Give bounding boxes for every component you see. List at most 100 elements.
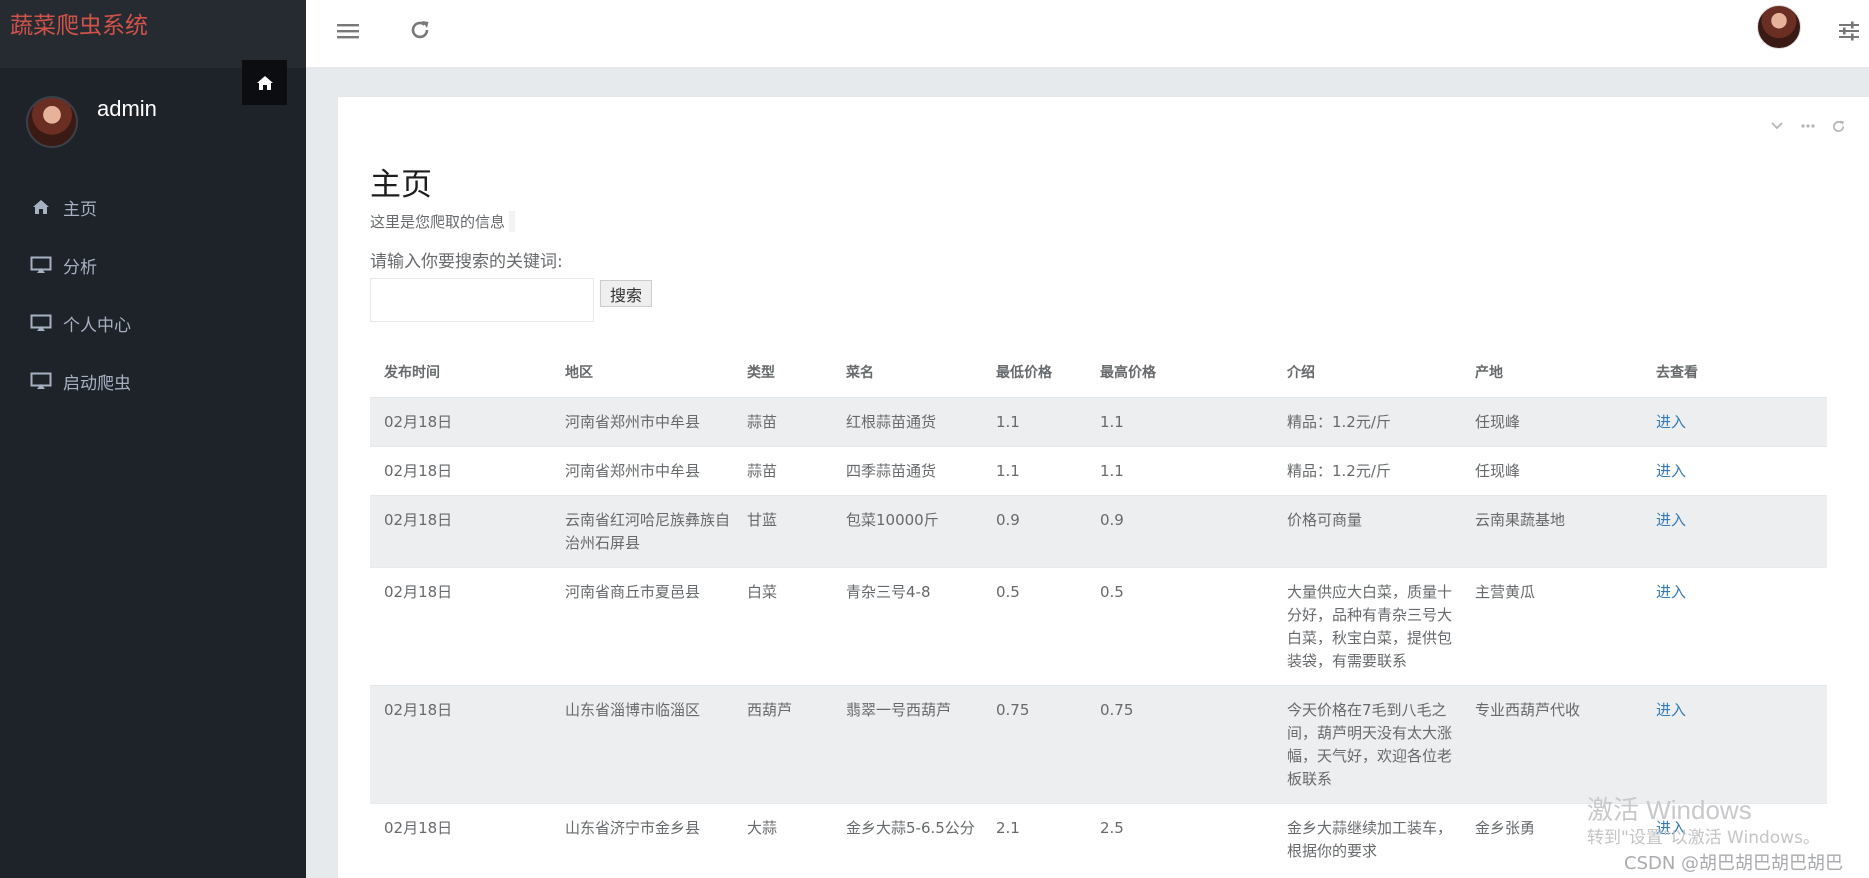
app-brand: 蔬菜爬虫系统 [10, 13, 148, 39]
user-profile[interactable]: admin [26, 96, 286, 150]
sidebar-item-home[interactable]: 主页 [0, 178, 306, 236]
cell-max-price: 0.5 [1086, 566, 1273, 685]
settings-sliders-icon[interactable] [1838, 20, 1860, 42]
view-link[interactable]: 进入 [1656, 462, 1686, 480]
table-row: 02月18日 河南省郑州市中牟县 蒜苗 四季蒜苗通货 1.1 1.1 精品：1.… [370, 445, 1827, 495]
page-description: 这里是您爬取的信息 [370, 211, 516, 232]
column-header: 最低价格 [982, 347, 1086, 398]
cell-min-price: 0.9 [982, 494, 1086, 567]
cell-region: 河南省郑州市中牟县 [551, 396, 733, 446]
cell-origin: 专业西葫芦代收 [1461, 684, 1642, 803]
cell-min-price: 0.5 [982, 566, 1086, 685]
top-bar [306, 0, 1869, 68]
search-label: 请输入你要搜索的关键词: [370, 252, 563, 272]
more-icon[interactable] [1799, 119, 1816, 133]
cell-max-price: 0.75 [1086, 684, 1273, 803]
search-input[interactable] [370, 278, 594, 322]
cell-type: 大蒜 [733, 802, 832, 875]
cell-region: 山东省济宁市金乡县 [551, 802, 733, 875]
cell-origin: 主营黄瓜 [1461, 566, 1642, 685]
sidebar-item-profile[interactable]: 个人中心 [0, 294, 306, 352]
column-header: 介绍 [1273, 347, 1461, 398]
cell-action: 进入 [1642, 396, 1827, 446]
sidebar: 蔬菜爬虫系统 admin 主页 分析 个人中心 启动爬虫 [0, 0, 306, 878]
view-link[interactable]: 进入 [1656, 413, 1686, 431]
view-link[interactable]: 进入 [1656, 701, 1686, 719]
cell-intro: 精品：1.2元/斤 [1273, 396, 1461, 446]
cell-name: 翡翠一号西葫芦 [832, 684, 982, 803]
home-icon [256, 75, 273, 90]
cell-min-price: 1.1 [982, 396, 1086, 446]
cell-action: 进入 [1642, 684, 1827, 803]
cell-region: 云南省红河哈尼族彝族自治州石屏县 [551, 494, 733, 567]
cell-date: 02月18日 [370, 396, 551, 446]
cell-date: 02月18日 [370, 802, 551, 875]
avatar[interactable] [1757, 5, 1801, 49]
view-link[interactable]: 进入 [1656, 511, 1686, 529]
cell-name: 四季蒜苗通货 [832, 445, 982, 495]
column-header: 发布时间 [370, 347, 551, 398]
content-panel: 主页 这里是您爬取的信息 请输入你要搜索的关键词: 搜索 发布时间 地区 类型 … [338, 97, 1869, 878]
sidebar-item-analysis[interactable]: 分析 [0, 236, 306, 294]
home-icon [28, 196, 54, 218]
column-header: 类型 [733, 347, 832, 398]
cell-name: 包菜10000斤 [832, 494, 982, 567]
sidebar-item-label: 个人中心 [63, 315, 131, 336]
column-header: 地区 [551, 347, 733, 398]
cell-intro: 精品：1.2元/斤 [1273, 445, 1461, 495]
cell-origin: 任现峰 [1461, 445, 1642, 495]
table-row: 02月18日 河南省商丘市夏邑县 白菜 青杂三号4-8 0.5 0.5 大量供应… [370, 566, 1827, 685]
cell-intro: 今天价格在7毛到八毛之间，葫芦明天没有太大涨幅，天气好，欢迎各位老板联系 [1273, 684, 1461, 803]
cell-type: 蒜苗 [733, 396, 832, 446]
csdn-watermark: CSDN @胡巴胡巴胡巴胡巴 [1624, 853, 1844, 874]
cell-max-price: 1.1 [1086, 396, 1273, 446]
column-header: 去查看 [1642, 347, 1827, 398]
sidebar-item-label: 主页 [63, 199, 97, 220]
refresh-icon[interactable] [408, 18, 432, 42]
cell-max-price: 1.1 [1086, 445, 1273, 495]
cell-region: 河南省商丘市夏邑县 [551, 566, 733, 685]
view-link[interactable]: 进入 [1656, 583, 1686, 601]
cell-intro: 价格可商量 [1273, 494, 1461, 567]
cell-min-price: 0.75 [982, 684, 1086, 803]
cell-name: 青杂三号4-8 [832, 566, 982, 685]
table-row: 02月18日 河南省郑州市中牟县 蒜苗 红根蒜苗通货 1.1 1.1 精品：1.… [370, 396, 1827, 446]
windows-activation-subtitle: 转到"设置"以激活 Windows。 [1587, 828, 1820, 848]
cell-max-price: 2.5 [1086, 802, 1273, 875]
cell-name: 红根蒜苗通货 [832, 396, 982, 446]
cell-min-price: 2.1 [982, 802, 1086, 875]
avatar [26, 96, 78, 148]
sidebar-item-start-crawler[interactable]: 启动爬虫 [0, 352, 306, 410]
search-button[interactable]: 搜索 [600, 280, 652, 307]
cell-max-price: 0.9 [1086, 494, 1273, 567]
monitor-icon [28, 370, 54, 392]
column-header: 菜名 [832, 347, 982, 398]
cell-action: 进入 [1642, 566, 1827, 685]
cell-action: 进入 [1642, 494, 1827, 567]
cell-min-price: 1.1 [982, 445, 1086, 495]
sidebar-item-label: 启动爬虫 [63, 373, 131, 394]
table-header-row: 发布时间 地区 类型 菜名 最低价格 最高价格 介绍 产地 去查看 [370, 347, 1827, 398]
cell-intro: 大量供应大白菜，质量十分好，品种有青杂三号大白菜，秋宝白菜，提供包装袋，有需要联… [1273, 566, 1461, 685]
cell-date: 02月18日 [370, 494, 551, 567]
table-row: 02月18日 云南省红河哈尼族彝族自治州石屏县 甘蓝 包菜10000斤 0.9 … [370, 494, 1827, 567]
monitor-icon [28, 254, 54, 276]
cell-type: 西葫芦 [733, 684, 832, 803]
refresh-icon[interactable] [1830, 119, 1847, 133]
page-title: 主页 [370, 167, 432, 202]
cell-type: 蒜苗 [733, 445, 832, 495]
cell-date: 02月18日 [370, 566, 551, 685]
sidebar-nav: 主页 分析 个人中心 启动爬虫 [0, 178, 306, 410]
sidebar-item-label: 分析 [63, 257, 97, 278]
cell-date: 02月18日 [370, 684, 551, 803]
menu-icon[interactable] [336, 20, 360, 42]
cell-type: 甘蓝 [733, 494, 832, 567]
column-header: 产地 [1461, 347, 1642, 398]
cell-region: 山东省淄博市临淄区 [551, 684, 733, 803]
cell-date: 02月18日 [370, 445, 551, 495]
windows-activation-title: 激活 Windows [1587, 795, 1752, 825]
cell-name: 金乡大蒜5-6.5公分 [832, 802, 982, 875]
chevron-down-icon[interactable] [1768, 119, 1785, 133]
cell-type: 白菜 [733, 566, 832, 685]
monitor-icon [28, 312, 54, 334]
